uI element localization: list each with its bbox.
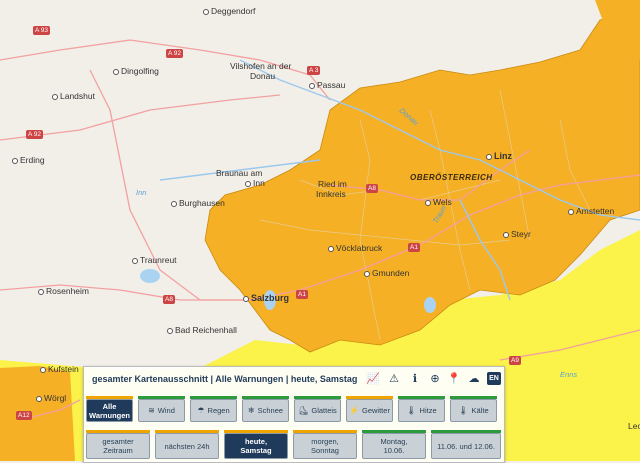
place-braunau: Braunau am: [216, 168, 263, 178]
category-cold-button[interactable]: 🌡 Kälte: [450, 396, 497, 422]
road-label: A8: [163, 295, 175, 304]
orange-warning-area-sw: [0, 366, 75, 461]
category-heat-button[interactable]: 🌡 Hitze: [398, 396, 445, 422]
category-rain-button[interactable]: ☂ Regen: [190, 396, 237, 422]
chart-icon[interactable]: 📈: [366, 372, 380, 386]
place-erding: Erding: [12, 155, 45, 165]
place-vilshofen: Vilshofen an der: [230, 61, 292, 71]
road-label: A9: [509, 356, 521, 365]
place-passau: Passau: [309, 80, 345, 90]
place-badreichenhall: Bad Reichenhall: [167, 325, 237, 335]
river-label: Enns: [560, 370, 578, 379]
period-later-button[interactable]: 11.06. und 12.06.: [431, 430, 501, 459]
place-woergl: Wörgl: [36, 393, 66, 403]
place-voecklabruck: Vöcklabruck: [328, 243, 382, 253]
place-traunreut: Traunreut: [132, 255, 177, 265]
period-all-button[interactable]: gesamter Zeitraum: [86, 430, 150, 459]
category-ice-button[interactable]: ⛸ Glatteis: [294, 396, 341, 422]
period-tomorrow-button[interactable]: morgen, Sonntag: [293, 430, 357, 459]
place-kufstein: Kufstein: [40, 364, 79, 374]
lightning-icon: ⚡: [349, 406, 360, 415]
place-ried: Ried im: [318, 179, 347, 189]
region-label: OBERÖSTERREICH: [410, 173, 493, 182]
category-wind-button[interactable]: ≋ Wind: [138, 396, 185, 422]
category-thunderstorm-button[interactable]: ⚡ Gewitter: [346, 396, 393, 422]
period-next24h-button[interactable]: nächsten 24h: [155, 430, 219, 459]
wind-icon: ≋: [148, 406, 155, 415]
cloud-icon[interactable]: ☁: [465, 372, 483, 386]
road-label: A12: [16, 411, 32, 420]
place-burghausen: Burghausen: [171, 198, 225, 208]
place-leo: Leo: [628, 421, 640, 431]
thermometer-icon: 🌡: [458, 406, 469, 415]
place-gmunden: Gmunden: [364, 268, 409, 278]
language-toggle-button[interactable]: EN: [487, 372, 501, 385]
place-deggendorf: Deggendorf: [203, 6, 255, 16]
category-snow-button[interactable]: ❄ Schnee: [242, 396, 289, 422]
place-dingolfing: Dingolfing: [113, 66, 159, 76]
warning-icon[interactable]: ⚠: [387, 372, 401, 386]
road-label: A8: [366, 184, 378, 193]
panel-header: gesamter Kartenausschnitt | Alle Warnung…: [84, 367, 504, 391]
road-label: A 92: [26, 130, 44, 139]
place-donau: Donau: [250, 71, 276, 81]
road-label: A1: [408, 243, 420, 252]
road-label: A 92: [166, 49, 184, 58]
river-label: Inn: [136, 188, 147, 197]
place-steyr: Steyr: [503, 229, 531, 239]
place-innkreis: Innkreis: [316, 189, 346, 199]
ice-icon: ⛸: [298, 406, 309, 415]
warning-control-panel: gesamter Kartenausschnitt | Alle Warnung…: [83, 366, 505, 463]
category-all-button[interactable]: Alle Warnungen: [86, 396, 133, 422]
zoom-icon[interactable]: ⊕: [428, 372, 442, 386]
road-label: A1: [296, 290, 308, 299]
road-label: A 93: [33, 26, 51, 35]
place-salzburg: Salzburg: [243, 293, 289, 303]
period-monday-button[interactable]: Montag, 10.06.: [362, 430, 426, 459]
place-linz: Linz: [486, 151, 512, 161]
road-label: A 3: [307, 66, 321, 75]
rain-icon: ☂: [197, 406, 205, 415]
place-rosenheim: Rosenheim: [38, 286, 89, 296]
location-icon[interactable]: 📍: [447, 372, 461, 386]
lake: [140, 269, 160, 283]
place-inn: Inn: [245, 178, 265, 188]
panel-title: gesamter Kartenausschnitt | Alle Warnung…: [92, 374, 358, 384]
period-today-button[interactable]: heute, Samstag: [224, 430, 288, 459]
lake: [424, 297, 436, 313]
snow-icon: ❄: [247, 406, 255, 415]
place-amstetten: Amstetten: [568, 206, 614, 216]
info-icon[interactable]: ℹ: [408, 372, 422, 386]
thermometer-icon: 🌡: [406, 406, 417, 415]
place-landshut: Landshut: [52, 91, 95, 101]
